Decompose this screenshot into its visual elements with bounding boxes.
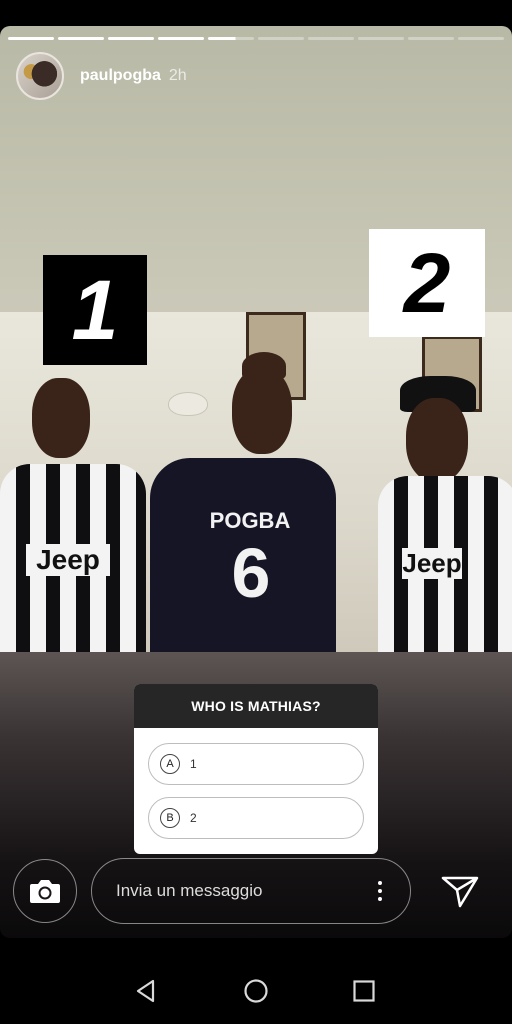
- camera-icon: [30, 880, 60, 903]
- jersey-number: 6: [231, 534, 271, 612]
- progress-segment: [158, 37, 204, 40]
- progress-segment: [258, 37, 304, 40]
- label-number-1: 1: [43, 255, 147, 365]
- jersey-sponsor-left: Jeep: [26, 544, 110, 576]
- back-triangle-icon[interactable]: [133, 978, 159, 1004]
- jersey-name: POGBA: [209, 508, 291, 533]
- avatar[interactable]: [16, 52, 64, 100]
- label-number-2: 2: [369, 229, 485, 337]
- progress-segment: [8, 37, 54, 40]
- option-label: 1: [190, 757, 197, 771]
- person-right: Jeep: [350, 352, 512, 652]
- progress-segment: [458, 37, 504, 40]
- option-letter: A: [160, 754, 180, 774]
- progress-segment-current: [208, 37, 254, 40]
- home-circle-icon[interactable]: [243, 978, 269, 1004]
- android-nav-bar: [0, 938, 512, 1024]
- progress-segment: [108, 37, 154, 40]
- story-timestamp: 2h: [168, 67, 187, 84]
- story-view[interactable]: paulpogba 2h Jeep POGBA 6 Jeep 1 2 WHO I…: [0, 26, 512, 938]
- person-left: Jeep: [0, 372, 150, 652]
- quiz-question: WHO IS MATHIAS?: [134, 684, 378, 728]
- option-label: 2: [190, 811, 197, 825]
- option-letter: B: [160, 808, 180, 828]
- progress-segment: [358, 37, 404, 40]
- reply-bar: [0, 852, 512, 938]
- username[interactable]: paulpogba: [80, 67, 161, 85]
- recents-square-icon[interactable]: [351, 978, 377, 1004]
- progress-segment: [408, 37, 454, 40]
- quiz-option-a[interactable]: A 1: [148, 743, 364, 785]
- camera-button[interactable]: [13, 859, 77, 923]
- more-vertical-icon[interactable]: [378, 881, 382, 901]
- direct-send-icon[interactable]: [440, 870, 480, 910]
- quiz-option-b[interactable]: B 2: [148, 797, 364, 839]
- story-header: paulpogba 2h: [16, 52, 187, 100]
- progress-segment: [308, 37, 354, 40]
- message-field[interactable]: [91, 858, 411, 924]
- person-middle: POGBA 6: [150, 352, 350, 652]
- quiz-sticker: WHO IS MATHIAS? A 1 B 2: [134, 684, 378, 854]
- message-input[interactable]: [114, 880, 358, 902]
- story-progress-bar: [8, 37, 504, 40]
- jersey-sponsor-right: Jeep: [402, 548, 462, 579]
- progress-segment: [58, 37, 104, 40]
